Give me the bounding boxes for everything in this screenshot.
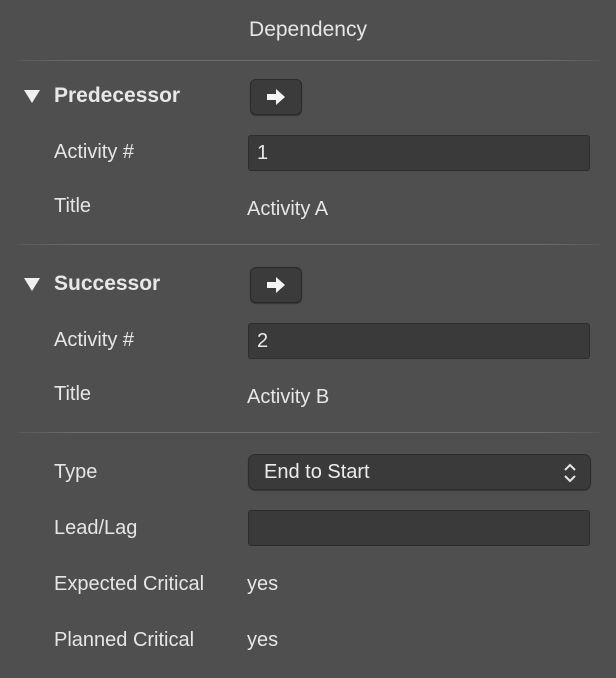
predecessor-activity-input[interactable]: [248, 135, 590, 171]
divider: [18, 432, 600, 433]
chevron-up-down-icon: [564, 463, 576, 483]
successor-go-button[interactable]: [250, 267, 302, 303]
successor-activity-label: Activity #: [54, 329, 135, 351]
right-arrow-icon: [267, 89, 285, 105]
predecessor-title-value: Activity A: [247, 198, 329, 220]
expected-critical-label: Expected Critical: [54, 573, 205, 595]
lead-lag-input[interactable]: [248, 510, 590, 546]
divider: [18, 244, 600, 245]
successor-title-label: Title: [54, 383, 92, 405]
lead-lag-label: Lead/Lag: [54, 517, 138, 539]
predecessor-activity-label: Activity #: [54, 141, 135, 163]
type-select[interactable]: End to Start: [248, 454, 591, 490]
panel-title: Dependency: [249, 18, 367, 41]
disclosure-triangle-icon[interactable]: [24, 89, 40, 103]
successor-heading: Successor: [54, 272, 161, 295]
divider: [18, 60, 600, 61]
right-arrow-icon: [267, 277, 285, 293]
predecessor-title-label: Title: [54, 195, 92, 217]
predecessor-heading: Predecessor: [54, 84, 181, 107]
successor-activity-input[interactable]: [248, 323, 590, 359]
planned-critical-value: yes: [247, 629, 279, 651]
type-select-value: End to Start: [264, 461, 370, 483]
successor-section-header[interactable]: Successor: [24, 272, 160, 296]
successor-title-value: Activity B: [247, 386, 330, 408]
predecessor-section-header[interactable]: Predecessor: [24, 84, 180, 108]
expected-critical-value: yes: [247, 573, 279, 595]
disclosure-triangle-icon[interactable]: [24, 277, 40, 291]
type-label: Type: [54, 461, 98, 483]
planned-critical-label: Planned Critical: [54, 629, 195, 651]
predecessor-go-button[interactable]: [250, 79, 302, 115]
